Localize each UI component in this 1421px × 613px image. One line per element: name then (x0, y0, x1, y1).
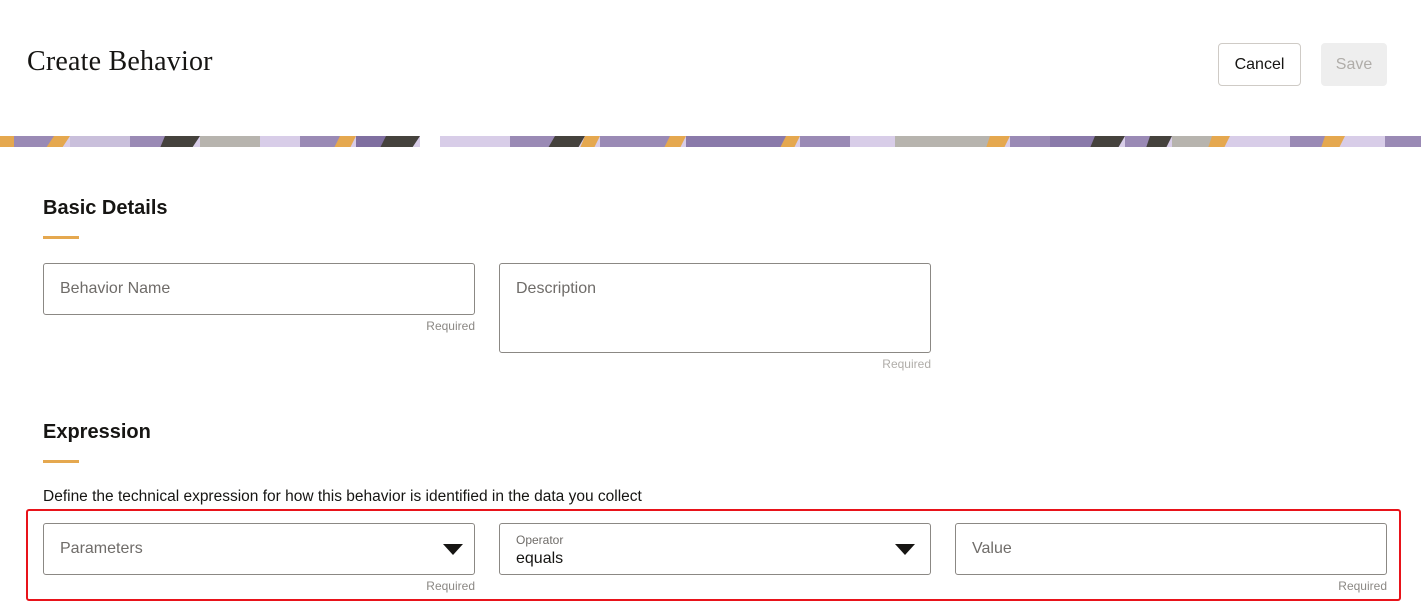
value-required-hint: Required (1338, 579, 1387, 593)
description-required-hint: Required (882, 357, 931, 371)
basic-details-accent-bar (43, 236, 79, 239)
behavior-name-required-hint: Required (426, 319, 475, 333)
parameters-required-hint: Required (426, 579, 475, 593)
value-field[interactable]: Value (955, 523, 1387, 575)
caret-down-icon[interactable] (443, 544, 463, 555)
parameters-select[interactable]: Parameters (43, 523, 475, 575)
description-placeholder: Description (516, 280, 597, 297)
operator-value: equals (516, 550, 564, 567)
page-title: Create Behavior (27, 46, 213, 77)
description-field[interactable]: Description (499, 263, 931, 353)
expression-description: Define the technical expression for how … (43, 488, 642, 505)
value-placeholder: Value (972, 540, 1012, 557)
caret-down-icon[interactable] (895, 544, 915, 555)
cancel-button[interactable]: Cancel (1218, 43, 1301, 86)
banner-pattern-graphic (0, 136, 1421, 147)
decorative-banner (0, 135, 1421, 147)
expression-accent-bar (43, 460, 79, 463)
basic-details-heading: Basic Details (43, 197, 168, 219)
operator-select[interactable]: Operator equals (499, 523, 931, 575)
expression-heading: Expression (43, 421, 151, 443)
behavior-name-field[interactable]: Behavior Name (43, 263, 475, 315)
behavior-name-placeholder: Behavior Name (60, 280, 171, 297)
operator-label: Operator (516, 533, 564, 547)
parameters-placeholder: Parameters (60, 540, 143, 557)
save-button[interactable]: Save (1321, 43, 1387, 86)
